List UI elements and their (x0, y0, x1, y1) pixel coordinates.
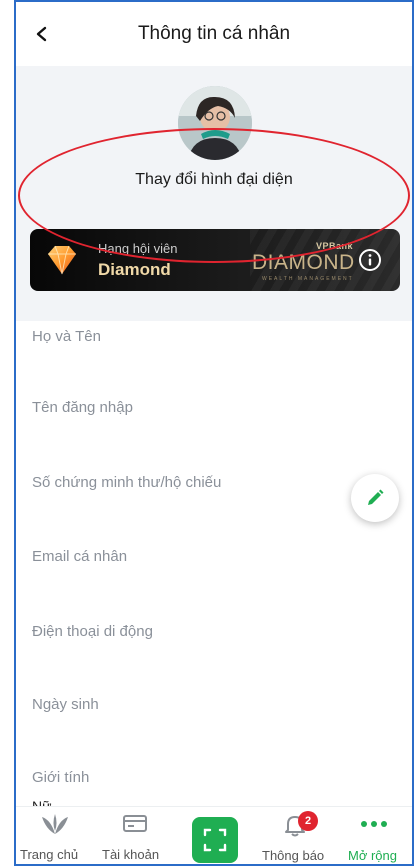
tier-value: Diamond (98, 260, 171, 279)
bottom-nav: Trang chủ Tài khoản Thông báo 2 Mở rộng (16, 806, 412, 864)
home-leaf-icon (42, 814, 68, 834)
field-label: Ngày sinh (32, 696, 99, 713)
back-arrow-icon (36, 26, 47, 42)
nav-label-home: Trang chủ (20, 847, 79, 862)
field-label: Giới tính (32, 769, 90, 786)
account-card-icon (123, 815, 147, 832)
field-mobile-phone[interactable]: Điện thoại di động (16, 608, 412, 683)
back-button[interactable] (26, 18, 58, 50)
field-label: Số chứng minh thư/hộ chiếu (32, 474, 222, 491)
avatar-photo-icon (178, 86, 252, 160)
scan-icon (203, 828, 227, 852)
diamond-icon (48, 245, 76, 275)
nav-label-notifications: Thông báo (262, 848, 325, 863)
tier-label: Hạng hội viên (98, 241, 178, 256)
page-title: Thông tin cá nhân (137, 23, 291, 44)
field-label: Email cá nhân (32, 548, 128, 565)
field-birthdate[interactable]: Ngày sinh (16, 682, 412, 757)
edit-button[interactable] (351, 474, 399, 522)
edit-pencil-icon (368, 489, 384, 505)
field-label: Điện thoại di động (32, 623, 153, 640)
profile-area: Thay đổi hình đại diện Hạng hội viên Dia… (16, 66, 412, 321)
nav-item-more[interactable]: Mở rộng (338, 807, 412, 864)
member-tier-card[interactable]: Hạng hội viên Diamond VPBank DIAMOND WEA… (30, 229, 400, 291)
brand-small: VPBank (316, 241, 354, 251)
nav-item-account[interactable]: Tài khoản (100, 807, 186, 864)
field-label: Họ và Tên (32, 328, 101, 345)
field-email[interactable]: Email cá nhân (16, 534, 412, 609)
phone-frame: Thông tin cá nhân Thay đổi hình đại diện (14, 0, 414, 866)
field-full-name[interactable]: Họ và Tên (16, 321, 412, 396)
field-label: Tên đăng nhập (32, 399, 133, 416)
brand-big: DIAMOND (252, 251, 355, 274)
scan-button[interactable] (192, 817, 238, 863)
header: Thông tin cá nhân (16, 2, 412, 66)
nav-label-more: Mở rộng (348, 848, 397, 863)
nav-label-account: Tài khoản (102, 847, 160, 862)
nav-item-home[interactable]: Trang chủ (16, 807, 100, 864)
notification-badge: 2 (298, 811, 318, 831)
field-username[interactable]: Tên đăng nhập (16, 386, 412, 461)
info-icon[interactable] (358, 248, 382, 272)
brand-sub: WEALTH MANAGEMENT (262, 276, 354, 282)
avatar[interactable] (178, 86, 252, 160)
nav-item-notifications[interactable]: Thông báo (252, 807, 338, 864)
more-dots-icon (361, 821, 387, 827)
change-avatar-link[interactable]: Thay đổi hình đại diện (16, 171, 412, 189)
